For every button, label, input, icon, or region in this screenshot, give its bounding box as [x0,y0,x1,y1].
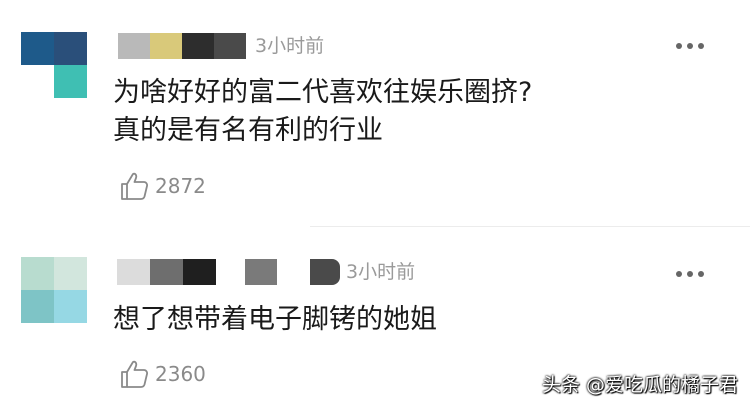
avatar[interactable] [21,257,87,323]
watermark-text: 头条 @爱吃瓜的橘子君 [542,374,739,396]
more-options-icon[interactable] [674,35,706,55]
comment-text-line: 真的是有名有利的行业 [113,115,383,146]
avatar[interactable] [21,32,87,98]
username-mosaic[interactable] [118,33,248,59]
comment-item: 3小时前 为啥好好的富二代喜欢往娱乐圈挤? 真的是有名有利的行业 2872 [0,0,750,226]
more-options-icon[interactable] [674,263,706,283]
like-button[interactable]: 2360 [119,359,219,389]
like-button[interactable]: 2872 [119,171,219,201]
comment-text: 为啥好好的富二代喜欢往娱乐圈挤? 真的是有名有利的行业 [113,74,532,150]
like-count: 2360 [155,362,206,386]
thumbs-up-icon [121,360,148,388]
username-mosaic[interactable] [117,259,342,285]
comment-text-line: 想了想带着电子脚铐的她姐 [113,304,437,335]
comment-timestamp: 3小时前 [255,35,325,57]
comment-text: 想了想带着电子脚铐的她姐 [113,301,437,339]
comment-text-line: 为啥好好的富二代喜欢往娱乐圈挤? [113,77,533,108]
comment-timestamp: 3小时前 [346,261,416,283]
thumbs-up-icon [121,172,148,200]
like-count: 2872 [155,174,206,198]
